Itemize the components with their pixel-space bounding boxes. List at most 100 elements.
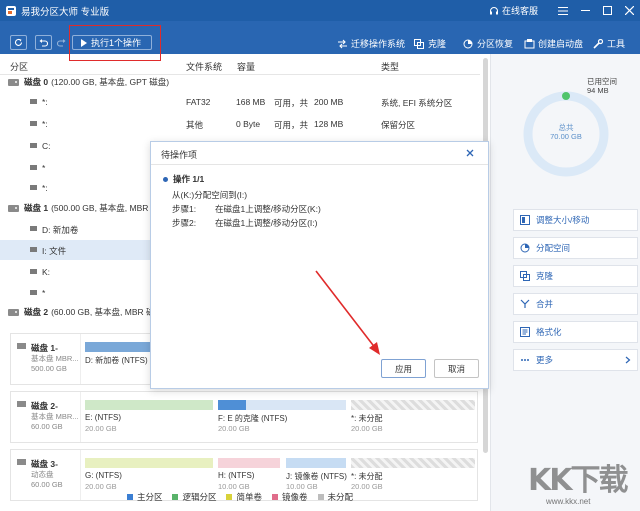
diskmap-segment[interactable]: *: 未分配 20.00 GB [351, 400, 475, 434]
online-support-link[interactable]: 在线客服 [489, 4, 538, 17]
partition-name: C: [42, 141, 51, 151]
more-actions-label: 更多 [536, 355, 554, 365]
legend-item-mirror: 镜像卷 [272, 491, 308, 503]
partition-name: * [42, 163, 46, 173]
clone-button[interactable]: 克隆 [414, 37, 446, 50]
legend-label: 简单卷 [236, 492, 262, 502]
dialog-divider [151, 164, 488, 165]
segment-label: D: 新加卷 (NTFS) [85, 356, 148, 365]
clone-icon [414, 38, 424, 49]
segment-label: *: 未分配 [351, 472, 383, 481]
legend-swatch [317, 494, 324, 500]
undo-button[interactable] [35, 35, 52, 50]
resize-move-button[interactable]: 调整大小/移动 [513, 209, 638, 231]
donut-used-marker [562, 92, 570, 100]
diskmap-card-2[interactable]: 磁盘 2- 基本盘 MBR... 60.00 GB E: (NTFS) 20.0… [10, 391, 478, 443]
resize-icon [520, 215, 530, 225]
operation-header: 操作 1/1 [163, 173, 204, 185]
segment-label: *: 未分配 [351, 414, 383, 423]
redo-icon [57, 39, 66, 47]
diskmap-disk-size: 60.00 GB [31, 422, 63, 431]
diskmap-segment[interactable]: *: 未分配 20.00 GB [351, 458, 475, 492]
diskmap-segment[interactable]: J: 镜像卷 (NTFS) 10.00 GB [286, 458, 347, 492]
segment-bar [286, 458, 346, 468]
column-header-filesystem[interactable]: 文件系统 [186, 60, 222, 73]
app-title: 易我分区大师 专业版 [21, 6, 110, 18]
diskmap-disk-type: 基本盘 MBR... [31, 354, 79, 363]
segment-label: G: (NTFS) [85, 471, 122, 480]
column-header-capacity[interactable]: 容量 [237, 60, 255, 73]
disk-row-2[interactable]: 磁盘 2 (60.00 GB, 基本盘, MBR 磁盘) [8, 306, 166, 318]
dialog-title: 待操作项 [161, 150, 198, 160]
maximize-button[interactable] [596, 0, 618, 21]
close-icon [624, 6, 634, 15]
disk-row-0[interactable]: 磁盘 0 (120.00 GB, 基本盘, GPT 磁盘) [8, 76, 169, 88]
partition-row[interactable]: *: FAT32 168 MB 可用，共 200 MB 系统, EFI 系统分区 [0, 92, 480, 112]
watermark: KK下载 www.kkx.net [520, 455, 640, 507]
undo-icon [39, 39, 48, 47]
more-dots-icon [521, 359, 529, 361]
usage-donut: 已用空间 94 MB 总共 70.00 GB [491, 54, 640, 204]
disk-icon [8, 204, 19, 212]
create-bootdisk-label: 创建启动盘 [538, 39, 584, 49]
pie-icon [520, 243, 530, 253]
diskmap-segment[interactable]: G: (NTFS) 20.00 GB [85, 458, 213, 492]
total-space-label: 总共 [558, 123, 574, 132]
partition-icon [30, 269, 37, 274]
legend-label: 镜像卷 [282, 492, 308, 502]
partition-name: D: 新加卷 [42, 225, 79, 235]
bootdisk-icon [524, 38, 535, 48]
allocate-space-button[interactable]: 分配空间 [513, 237, 638, 259]
tools-menu-button[interactable]: 工具 [593, 37, 625, 50]
merge-button[interactable]: 合并 [513, 293, 638, 315]
title-bar: 易我分区大师 专业版 在线客服 [0, 0, 640, 21]
partition-recovery-button[interactable]: 分区恢复 [463, 37, 513, 50]
legend-label: 未分配 [327, 492, 354, 502]
redo-button[interactable] [53, 35, 70, 50]
cancel-button[interactable]: 取消 [434, 359, 479, 378]
segment-bar-used [218, 400, 246, 410]
legend-swatch [272, 494, 278, 500]
diskmap-segment[interactable]: E: (NTFS) 20.00 GB [85, 400, 213, 434]
migrate-os-button[interactable]: 迁移操作系统 [337, 37, 405, 50]
chevron-right-icon [625, 356, 631, 364]
column-header-partition[interactable]: 分区 [10, 60, 28, 73]
app-logo-icon [6, 5, 16, 16]
diskmap-segment[interactable]: F: E 的克隆 (NTFS) 20.00 GB [218, 400, 346, 434]
refresh-button[interactable] [10, 35, 27, 50]
format-button[interactable]: 格式化 [513, 321, 638, 343]
diskmap-disk-type: 基本盘 MBR... [31, 412, 79, 421]
disk-name: 磁盘 2 [24, 307, 49, 317]
partition-icon [30, 165, 37, 170]
create-bootdisk-button[interactable]: 创建启动盘 [524, 37, 583, 50]
close-button[interactable] [618, 0, 640, 21]
diskmap-segment[interactable]: H: (NTFS) 10.00 GB [218, 458, 280, 492]
menu-button[interactable] [552, 0, 574, 21]
apply-button[interactable]: 应用 [381, 359, 426, 378]
operation-header-label: 操作 1/1 [173, 174, 205, 184]
partition-name: *: [42, 119, 48, 129]
diskmap-disk-size: 60.00 GB [31, 480, 63, 489]
segment-label: H: (NTFS) [218, 471, 255, 480]
merge-icon [520, 299, 530, 308]
partition-icon [30, 247, 37, 252]
clone-action-button[interactable]: 克隆 [513, 265, 638, 287]
more-actions-button[interactable]: 更多 [513, 349, 638, 371]
dialog-close-icon[interactable] [464, 147, 476, 159]
partition-row[interactable]: *: 其他 0 Byte 可用，共 128 MB 保留分区 [0, 114, 480, 134]
highlight-box [69, 25, 161, 61]
legend-item-primary: 主分区 [126, 491, 162, 503]
disk-row-1[interactable]: 磁盘 1 (500.00 GB, 基本盘, MBR 磁盘) [8, 202, 171, 214]
diskmap-disk-info: 磁盘 1- 基本盘 MBR... 500.00 GB [11, 334, 81, 384]
partition-total: 200 MB [314, 97, 344, 107]
partition-total: 128 MB [314, 119, 344, 129]
minimize-button[interactable] [574, 0, 596, 21]
partition-filesystem: FAT32 [186, 97, 211, 107]
clone-label: 克隆 [428, 39, 447, 49]
partition-icon [30, 226, 37, 231]
column-header-type[interactable]: 类型 [381, 60, 399, 73]
disk-info: (60.00 GB, 基本盘, MBR 磁盘) [51, 307, 166, 317]
partition-recovery-label: 分区恢复 [477, 39, 514, 49]
format-icon [520, 327, 530, 337]
legend-swatch [226, 494, 233, 500]
